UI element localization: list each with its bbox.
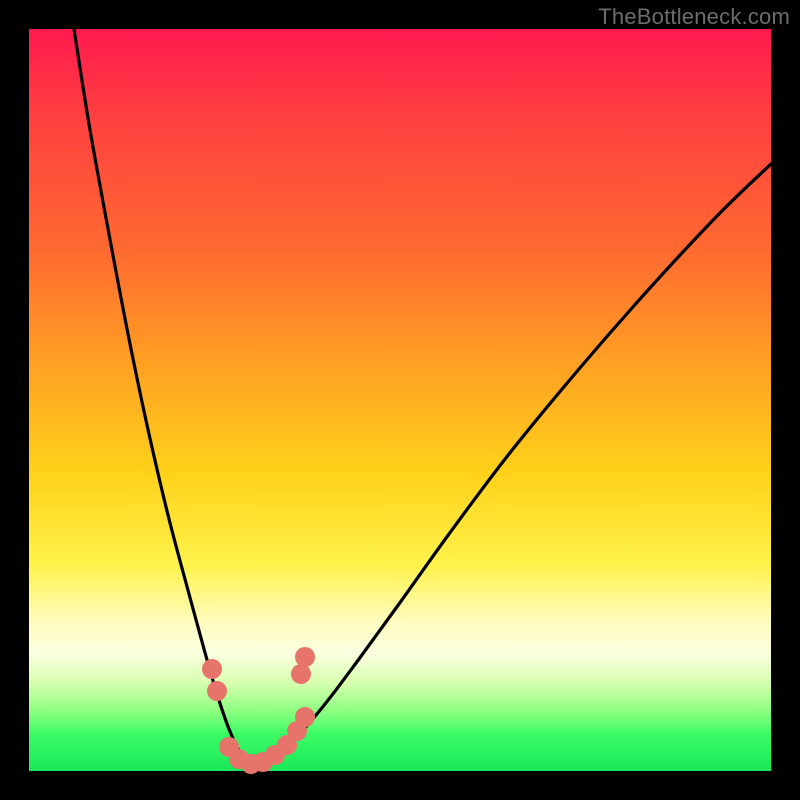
chart-svg [29, 29, 771, 771]
marker-dot [291, 664, 311, 684]
marker-dot [295, 707, 315, 727]
watermark-text: TheBottleneck.com [598, 4, 790, 30]
marker-dot [207, 681, 227, 701]
bottleneck-curve [74, 29, 771, 764]
outer-frame: TheBottleneck.com [0, 0, 800, 800]
trough-markers [202, 647, 315, 774]
marker-dot [295, 647, 315, 667]
marker-dot [202, 659, 222, 679]
